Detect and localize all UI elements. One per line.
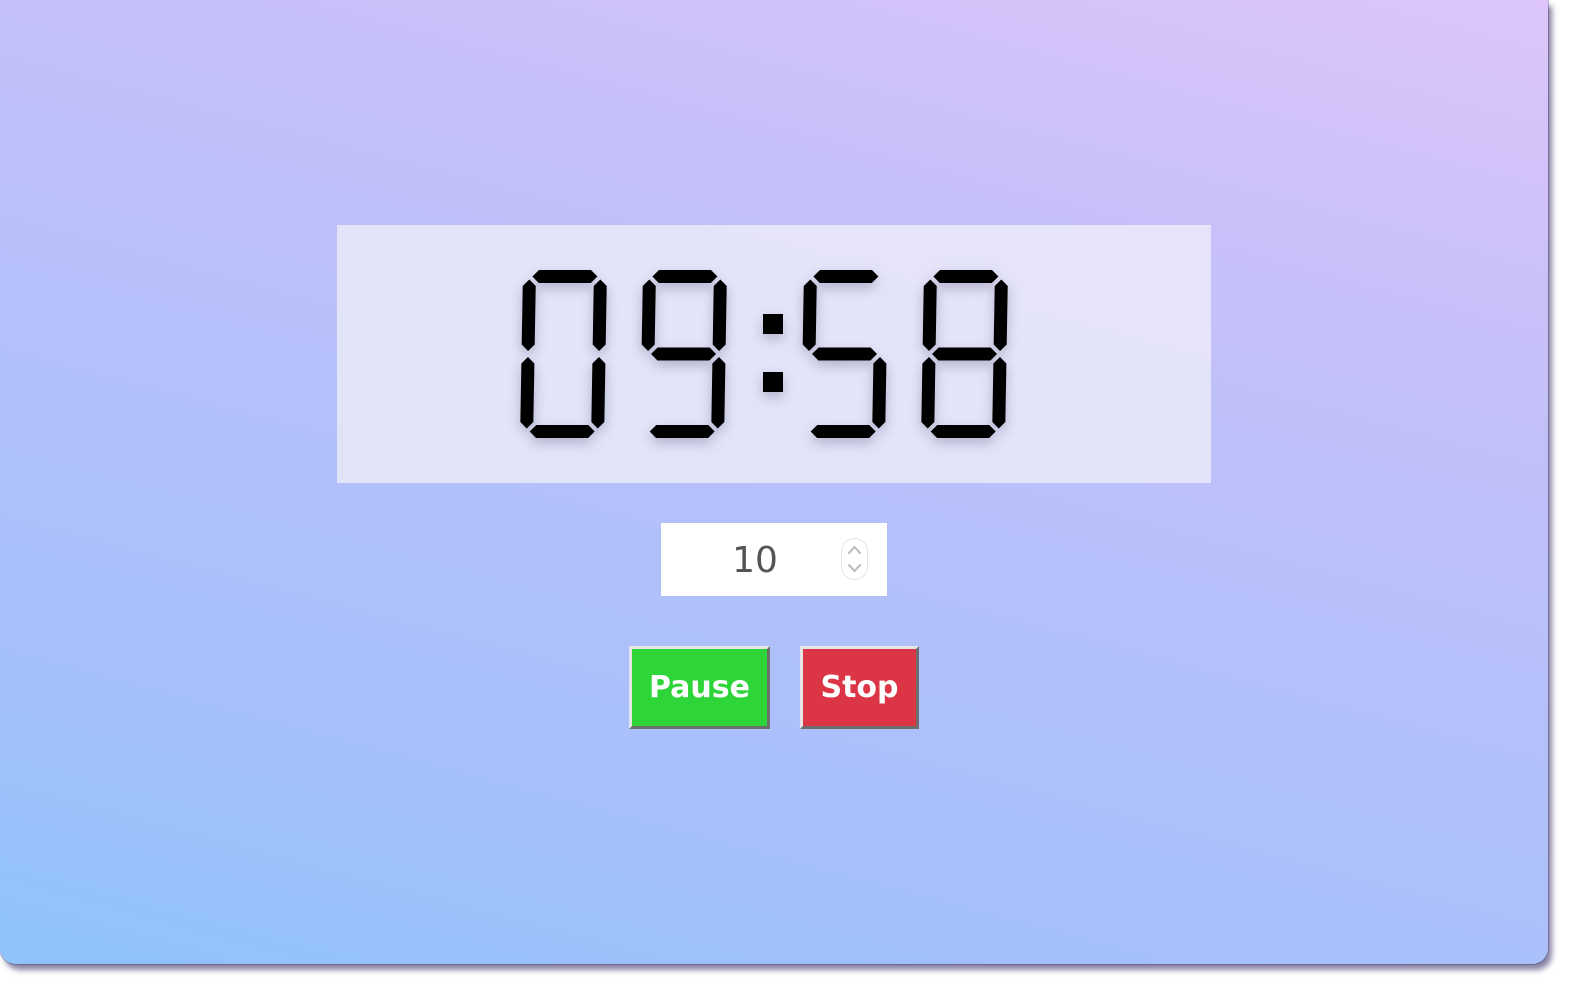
minutes-stepper[interactable]	[841, 538, 868, 580]
timer-digit-segment	[591, 357, 606, 429]
timer-digit-segment	[529, 425, 595, 438]
timer-digit-segment	[993, 279, 1008, 351]
timer-digit-segment	[711, 357, 726, 429]
timer-colon-dot	[763, 314, 783, 334]
timer-digit-segment	[872, 357, 887, 429]
timer-display: 09:58	[337, 225, 1211, 483]
pause-button[interactable]: Pause	[629, 646, 770, 729]
timer-digit-3	[921, 270, 1008, 438]
timer-digit-segment	[922, 279, 937, 351]
timer-digit-2	[802, 270, 887, 438]
timer-digit-segment	[592, 279, 607, 351]
stop-button[interactable]: Stop	[800, 646, 919, 729]
app-window: 09:58 10 Pause Stop	[0, 0, 1548, 964]
timer-digit-segment	[712, 279, 727, 351]
timer-digit-segment	[649, 425, 715, 438]
timer-colon-dot	[763, 372, 783, 392]
chevron-down-icon[interactable]	[842, 559, 867, 579]
minutes-input[interactable]: 10	[661, 523, 887, 596]
timer-lcd-graphic	[520, 270, 1008, 438]
timer-digit-segment	[810, 425, 876, 438]
timer-digit-segment	[992, 357, 1007, 429]
timer-digit-0	[520, 270, 607, 438]
timer-digit-segment	[932, 347, 998, 361]
timer-digit-segment	[921, 357, 936, 429]
timer-digit-segment	[933, 270, 999, 283]
timer-digit-segment	[930, 425, 996, 438]
timer-digit-segment	[520, 357, 535, 429]
timer-digit-segment	[521, 279, 536, 351]
timer-digit-segment	[641, 279, 656, 351]
timer-digit-segment	[532, 270, 598, 283]
minutes-value[interactable]: 10	[661, 523, 849, 596]
timer-digit-1	[641, 270, 727, 438]
timer-digit-segment	[813, 270, 879, 283]
timer-digit-segment	[812, 347, 878, 361]
timer-digit-segment	[802, 279, 817, 351]
chevron-up-icon[interactable]	[842, 539, 867, 559]
timer-digit-segment	[651, 347, 717, 361]
timer-digit-segment	[652, 270, 718, 283]
